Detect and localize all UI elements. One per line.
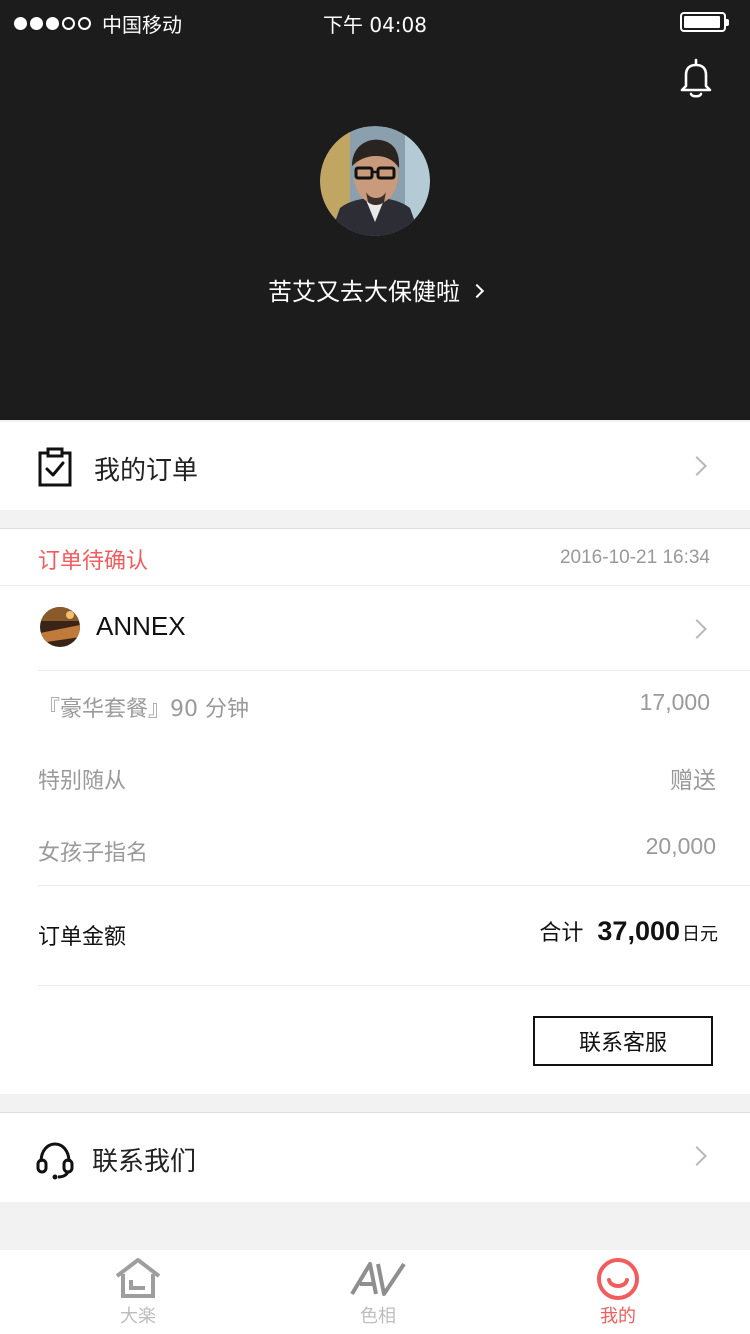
tab-av[interactable]: 色相 [253, 1250, 503, 1334]
headset-icon [36, 1142, 74, 1180]
order-datetime: 2016-10-21 16:34 [559, 547, 710, 568]
clipboard-check-icon [38, 447, 72, 487]
av-icon [350, 1262, 406, 1296]
smile-icon [597, 1258, 639, 1300]
order-card: 订单待确认 2016-10-21 16:34 ANNEX 『豪华套餐』90 分钟… [0, 528, 750, 1094]
order-status: 订单待确认 [38, 549, 149, 574]
battery-icon [680, 12, 729, 32]
item-name: 女孩子指名 [38, 841, 149, 866]
item-name: 特别随从 [38, 769, 127, 794]
my-orders-label: 我的订单 [94, 456, 199, 486]
tab-label: 色相 [360, 1306, 396, 1327]
total-prefix: 合计 [539, 921, 584, 946]
total-unit: 日元 [682, 924, 718, 945]
chevron-right-icon [687, 1146, 707, 1166]
total-amount: 37,000 [597, 916, 680, 946]
divider [38, 670, 750, 671]
shop-avatar [40, 607, 80, 647]
tab-mine[interactable]: 我的 [493, 1250, 743, 1334]
username: 苦艾又去大保健啦 [268, 278, 460, 306]
contact-service-button[interactable]: 联系客服 [533, 1016, 713, 1066]
item-value: 赠送 [670, 767, 716, 793]
order-total: 合计 37,000 日元 [539, 915, 718, 947]
username-link[interactable]: 苦艾又去大保健啦 [0, 272, 750, 307]
divider [38, 885, 750, 886]
status-bar: 中国移动 下午 04:08 [0, 0, 750, 44]
shop-name: ANNEX [96, 611, 186, 641]
status-time: 下午 04:08 [323, 13, 427, 37]
tab-label: 我的 [600, 1306, 636, 1327]
tab-label: 大楽 [120, 1306, 156, 1327]
chevron-right-icon [687, 456, 707, 476]
home-icon [115, 1258, 161, 1298]
contact-us-row[interactable]: 联系我们 [0, 1112, 750, 1202]
chevron-right-icon [687, 619, 707, 639]
contact-us-label: 联系我们 [92, 1147, 197, 1177]
chevron-right-icon [469, 283, 485, 299]
my-orders-row[interactable]: 我的订单 [0, 422, 750, 510]
item-value: 17,000 [639, 689, 710, 715]
item-name: 『豪华套餐』90 分钟 [38, 697, 249, 722]
tab-bar: 大楽 色相 我的 [0, 1250, 750, 1334]
divider [38, 985, 750, 986]
item-value: 20,000 [645, 833, 716, 859]
total-label: 订单金额 [38, 925, 127, 950]
avatar[interactable] [320, 126, 430, 236]
bell-icon[interactable] [676, 56, 716, 100]
tab-home[interactable]: 大楽 [13, 1250, 263, 1334]
